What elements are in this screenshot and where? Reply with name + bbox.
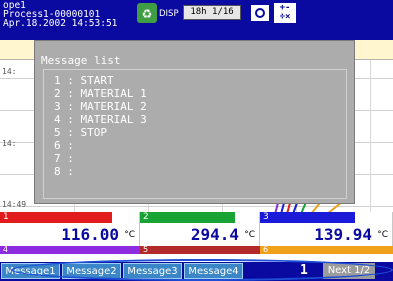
- channel-color-bar: [260, 212, 355, 223]
- channel-number: 3: [263, 212, 269, 222]
- softkey-message4[interactable]: Message4: [184, 263, 243, 279]
- status-header: ope1 Process1-00000101 Apr.18.2002 14:53…: [0, 0, 393, 40]
- channel-panel-6[interactable]: 6: [260, 245, 393, 262]
- message-item[interactable]: 1 : START: [54, 75, 114, 87]
- message-item[interactable]: 3 : MATERIAL 2: [54, 101, 147, 113]
- partial-value: 1: [300, 263, 308, 278]
- channel-number: 2: [143, 212, 149, 222]
- channel-color-bar: [260, 246, 393, 254]
- channel-value: 139.94: [314, 225, 372, 244]
- channel-unit: °C: [377, 230, 388, 240]
- channel-row-2: 4 5 6: [0, 245, 393, 262]
- soft-key-bar: Message1 Message2 Message3 Message4 1 Ne…: [0, 262, 393, 281]
- channel-color-bar: [0, 212, 112, 223]
- channel-number: 5: [143, 245, 149, 254]
- disp-label: DISP: [159, 9, 179, 19]
- channel-color-bar: [140, 246, 260, 254]
- channel-color-bar: [140, 212, 235, 223]
- channel-unit: °C: [244, 230, 255, 240]
- message-list: 1 : START 2 : MATERIAL 1 3 : MATERIAL 2 …: [43, 69, 347, 199]
- channel-color-bar: [0, 246, 140, 254]
- softkey-message3[interactable]: Message3: [123, 263, 182, 279]
- message-item[interactable]: 4 : MATERIAL 3: [54, 114, 147, 126]
- message-item[interactable]: 7 :: [54, 153, 74, 165]
- channel-number: 1: [3, 212, 9, 222]
- calc-icon[interactable]: +- ÷×: [274, 3, 296, 23]
- channel-value: 116.00: [61, 225, 119, 244]
- channel-panel-4[interactable]: 4: [0, 245, 140, 262]
- trend-interval-badge[interactable]: 18h 1/16: [183, 5, 241, 20]
- channel-panel-1[interactable]: 1 116.00 °C: [0, 212, 140, 246]
- message-item[interactable]: 2 : MATERIAL 1: [54, 88, 147, 100]
- softkey-message2[interactable]: Message2: [62, 263, 121, 279]
- channel-panel-2[interactable]: 2 294.4 °C: [140, 212, 260, 246]
- datetime-label: Apr.18.2002 14:53:51: [3, 18, 118, 29]
- message-item[interactable]: 6 :: [54, 140, 74, 152]
- time-label: 14:: [2, 139, 17, 148]
- box-icon[interactable]: [249, 3, 271, 23]
- channel-value: 294.4: [190, 225, 239, 244]
- dialog-title: Message list: [41, 54, 121, 67]
- recycle-icon[interactable]: ♻: [137, 3, 157, 23]
- channel-panel-3[interactable]: 3 139.94 °C: [260, 212, 393, 246]
- softkey-message1[interactable]: Message1: [1, 263, 60, 279]
- channel-number: 4: [3, 245, 9, 254]
- message-item[interactable]: 5 : STOP: [54, 127, 107, 139]
- message-list-dialog[interactable]: Message list 1 : START 2 : MATERIAL 1 3 …: [34, 40, 355, 204]
- channel-number: 6: [263, 245, 269, 254]
- channel-panel-5[interactable]: 5: [140, 245, 260, 262]
- message-item[interactable]: 8 :: [54, 166, 74, 178]
- softkey-next[interactable]: Next 1/2: [323, 263, 375, 279]
- channel-unit: °C: [124, 230, 135, 240]
- time-label: 14:49: [2, 200, 27, 209]
- time-label: 14:: [2, 67, 17, 76]
